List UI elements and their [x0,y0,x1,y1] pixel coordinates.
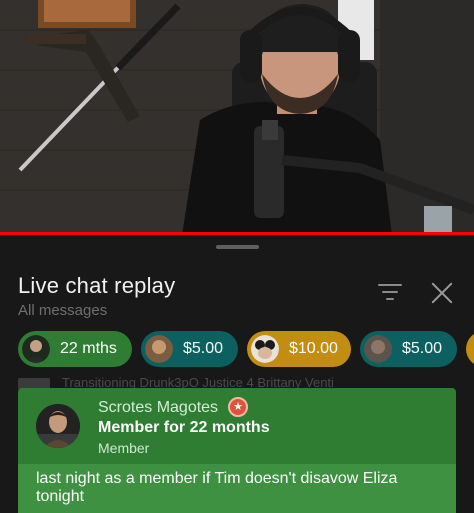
chat-title: Live chat replay [18,273,176,298]
filter-line-2 [382,291,398,293]
ticker-chip-superchat[interactable] [466,331,474,367]
pinned-membership-message[interactable]: Scrotes Magotes ★ Member for 22 months M… [18,388,456,513]
membership-message-body: last night as a member if Tim doesn't di… [18,464,456,513]
chip-label: $5.00 [402,340,443,357]
chip-avatar [251,335,279,363]
chip-avatar [22,335,50,363]
chip-label: $5.00 [183,340,224,357]
membership-duration: Member for 22 months [98,419,270,436]
star-badge-icon: ★ [228,397,248,417]
chat-panel: Live chat replay All messages 22 mths $5… [0,235,474,513]
message-text: last night as a member if Tim doesn't di… [36,470,398,505]
chip-avatar [145,335,173,363]
chip-label: 22 mths [60,340,117,357]
avatar-image [36,404,80,448]
ticker-chip-superchat[interactable]: $5.00 [141,331,238,367]
chip-label: $10.00 [289,340,338,357]
video-frame [0,0,474,235]
ticker-chip-superchat[interactable]: $10.00 [247,331,351,367]
chip-avatar [364,335,392,363]
star-icon: ★ [233,401,243,413]
ticker-chip-superchat[interactable]: $5.00 [360,331,457,367]
drag-handle[interactable] [216,245,259,249]
author-name[interactable]: Scrotes Magotes [98,399,218,417]
filter-icon[interactable] [376,281,404,303]
chat-filter-subtitle[interactable]: All messages [18,302,107,319]
close-icon[interactable] [430,281,454,305]
filter-line-1 [378,284,402,286]
video-player[interactable] [0,0,474,235]
filter-line-3 [386,298,394,300]
ticker-chip-membership[interactable]: 22 mths [18,331,132,367]
avatar[interactable] [36,404,80,448]
membership-level: Member [98,440,150,456]
super-chat-ticker: 22 mths $5.00 $10.00 $5.00 [18,331,474,367]
membership-header: Scrotes Magotes ★ Member for 22 months M… [18,388,456,464]
